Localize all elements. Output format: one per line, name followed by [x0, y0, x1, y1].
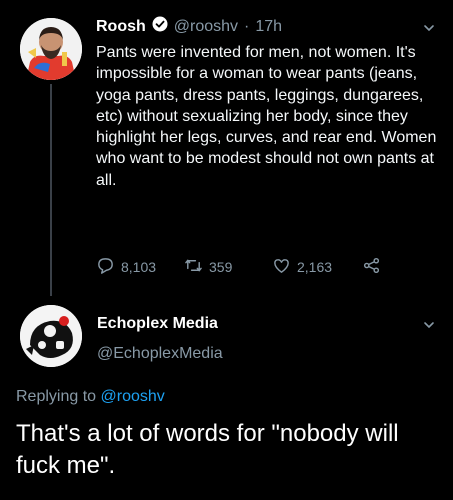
retweet-icon [184, 256, 203, 278]
reply-button[interactable]: 8,103 [96, 256, 156, 278]
reply-count: 8,103 [121, 259, 157, 275]
retweet-button[interactable]: 359 [184, 256, 232, 278]
replying-to-line: Replying to @rooshv [16, 388, 165, 406]
echoplex-avatar[interactable] [20, 305, 82, 367]
like-count: 2,163 [297, 259, 333, 275]
chevron-down-icon[interactable] [421, 317, 437, 333]
retweet-count: 359 [209, 259, 233, 275]
reply-icon [96, 256, 115, 278]
tweet-text: Pants were invented for men, not women. … [96, 44, 437, 189]
author-handle[interactable]: @rooshv [174, 18, 238, 36]
header-separator: · [244, 17, 250, 35]
roosh-avatar[interactable] [20, 18, 82, 80]
chevron-down-icon[interactable] [421, 20, 437, 36]
tweet-time[interactable]: 17h [255, 18, 282, 36]
replying-to-label: Replying to [16, 388, 97, 405]
reply-text: That's a lot of words for "nobody will f… [16, 420, 399, 479]
like-button[interactable]: 2,163 [272, 256, 332, 278]
thread-connector-line [50, 84, 52, 296]
tweet-actions: 8,103 359 2,163 [96, 256, 416, 278]
verified-badge-icon [152, 16, 168, 37]
like-icon [272, 256, 291, 278]
tweet-header: Roosh @rooshv · 17h [96, 16, 282, 37]
reply-author-name[interactable]: Echoplex Media [97, 315, 218, 333]
author-name[interactable]: Roosh [96, 18, 146, 36]
share-button[interactable] [362, 256, 381, 278]
replying-to-mention[interactable]: @rooshv [101, 388, 165, 405]
share-icon [362, 256, 381, 278]
reply-author-handle[interactable]: @EchoplexMedia [97, 345, 223, 363]
